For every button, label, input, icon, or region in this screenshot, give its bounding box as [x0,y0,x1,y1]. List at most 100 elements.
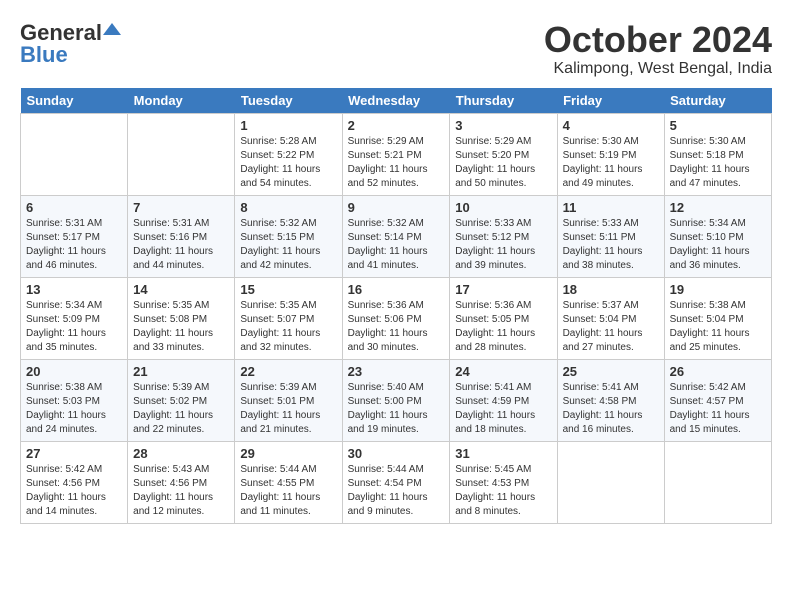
cell-date: 19 [670,282,766,297]
cell-date: 20 [26,364,122,379]
calendar-cell: 24 Sunrise: 5:41 AMSunset: 4:59 PMDayligh… [450,359,557,441]
calendar-cell: 25 Sunrise: 5:41 AMSunset: 4:58 PMDayligh… [557,359,664,441]
cell-date: 4 [563,118,659,133]
calendar-cell: 12Sunrise: 5:34 AMSunset: 5:10 PMDayligh… [664,195,771,277]
cell-info: Sunrise: 5:36 AMSunset: 5:05 PMDaylight:… [455,299,551,355]
calendar-cell: 10Sunrise: 5:33 AMSunset: 5:12 PMDayligh… [450,195,557,277]
cell-date: 7 [133,200,229,215]
calendar-cell: 16Sunrise: 5:36 AMSunset: 5:06 PMDayligh… [342,277,450,359]
week-row-1: 1 Sunrise: 5:28 AMSunset: 5:22 PMDaylight… [21,113,772,195]
cell-info: Sunrise: 5:32 AMSunset: 5:15 PMDaylight:… [240,217,336,273]
cell-info: Sunrise: 5:31 AMSunset: 5:16 PMDaylight:… [133,217,229,273]
cell-info: Sunrise: 5:29 AMSunset: 5:21 PMDaylight:… [348,135,445,191]
cell-info: Sunrise: 5:32 AMSunset: 5:14 PMDaylight:… [348,217,445,273]
cell-info: Sunrise: 5:39 AMSunset: 5:01 PMDaylight:… [240,381,336,437]
cell-info: Sunrise: 5:40 AMSunset: 5:00 PMDaylight:… [348,381,445,437]
calendar-cell [128,113,235,195]
calendar-cell: 30 Sunrise: 5:44 AMSunset: 4:54 PMDayligh… [342,441,450,523]
cell-date: 25 [563,364,659,379]
cell-date: 18 [563,282,659,297]
cell-date: 6 [26,200,122,215]
calendar-cell [21,113,128,195]
cell-info: Sunrise: 5:33 AMSunset: 5:12 PMDaylight:… [455,217,551,273]
calendar-cell: 15 Sunrise: 5:35 AMSunset: 5:07 PMDayligh… [235,277,342,359]
day-header-row: SundayMondayTuesdayWednesdayThursdayFrid… [21,88,772,114]
day-header-monday: Monday [128,88,235,114]
cell-info: Sunrise: 5:35 AMSunset: 5:07 PMDaylight:… [240,299,336,355]
cell-date: 29 [240,446,336,461]
day-header-tuesday: Tuesday [235,88,342,114]
cell-info: Sunrise: 5:39 AMSunset: 5:02 PMDaylight:… [133,381,229,437]
cell-info: Sunrise: 5:30 AMSunset: 5:18 PMDaylight:… [670,135,766,191]
day-header-friday: Friday [557,88,664,114]
calendar-cell: 31Sunrise: 5:45 AMSunset: 4:53 PMDayligh… [450,441,557,523]
cell-info: Sunrise: 5:41 AMSunset: 4:58 PMDaylight:… [563,381,659,437]
calendar-table: SundayMondayTuesdayWednesdayThursdayFrid… [20,88,772,524]
calendar-cell: 7 Sunrise: 5:31 AMSunset: 5:16 PMDaylight… [128,195,235,277]
cell-info: Sunrise: 5:38 AMSunset: 5:03 PMDaylight:… [26,381,122,437]
cell-info: Sunrise: 5:37 AMSunset: 5:04 PMDaylight:… [563,299,659,355]
cell-info: Sunrise: 5:36 AMSunset: 5:06 PMDaylight:… [348,299,445,355]
calendar-cell: 18 Sunrise: 5:37 AMSunset: 5:04 PMDayligh… [557,277,664,359]
cell-info: Sunrise: 5:35 AMSunset: 5:08 PMDaylight:… [133,299,229,355]
calendar-cell: 28 Sunrise: 5:43 AMSunset: 4:56 PMDayligh… [128,441,235,523]
calendar-cell: 9 Sunrise: 5:32 AMSunset: 5:14 PMDaylight… [342,195,450,277]
calendar-cell: 6 Sunrise: 5:31 AMSunset: 5:17 PMDaylight… [21,195,128,277]
calendar-cell: 2 Sunrise: 5:29 AMSunset: 5:21 PMDaylight… [342,113,450,195]
cell-date: 12 [670,200,766,215]
calendar-cell: 26 Sunrise: 5:42 AMSunset: 4:57 PMDayligh… [664,359,771,441]
cell-date: 15 [240,282,336,297]
cell-info: Sunrise: 5:44 AMSunset: 4:55 PMDaylight:… [240,463,336,519]
logo: General Blue [20,20,121,68]
cell-date: 21 [133,364,229,379]
cell-info: Sunrise: 5:42 AMSunset: 4:57 PMDaylight:… [670,381,766,437]
calendar-cell: 4 Sunrise: 5:30 AMSunset: 5:19 PMDaylight… [557,113,664,195]
month-title: October 2024 [544,20,772,60]
cell-date: 13 [26,282,122,297]
cell-info: Sunrise: 5:42 AMSunset: 4:56 PMDaylight:… [26,463,122,519]
title-area: October 2024 Kalimpong, West Bengal, Ind… [544,20,772,78]
week-row-3: 13 Sunrise: 5:34 AMSunset: 5:09 PMDayligh… [21,277,772,359]
cell-info: Sunrise: 5:28 AMSunset: 5:22 PMDaylight:… [240,135,336,191]
cell-date: 1 [240,118,336,133]
cell-info: Sunrise: 5:30 AMSunset: 5:19 PMDaylight:… [563,135,659,191]
cell-date: 27 [26,446,122,461]
cell-info: Sunrise: 5:33 AMSunset: 5:11 PMDaylight:… [563,217,659,273]
cell-date: 30 [348,446,445,461]
calendar-cell: 17Sunrise: 5:36 AMSunset: 5:05 PMDayligh… [450,277,557,359]
cell-date: 24 [455,364,551,379]
cell-info: Sunrise: 5:44 AMSunset: 4:54 PMDaylight:… [348,463,445,519]
calendar-cell [664,441,771,523]
calendar-cell: 21 Sunrise: 5:39 AMSunset: 5:02 PMDayligh… [128,359,235,441]
day-header-wednesday: Wednesday [342,88,450,114]
calendar-cell: 8 Sunrise: 5:32 AMSunset: 5:15 PMDaylight… [235,195,342,277]
calendar-cell: 13 Sunrise: 5:34 AMSunset: 5:09 PMDayligh… [21,277,128,359]
cell-date: 9 [348,200,445,215]
page-header: General Blue October 2024 Kalimpong, Wes… [20,20,772,78]
calendar-cell [557,441,664,523]
cell-info: Sunrise: 5:45 AMSunset: 4:53 PMDaylight:… [455,463,551,519]
cell-info: Sunrise: 5:41 AMSunset: 4:59 PMDaylight:… [455,381,551,437]
logo-blue-text: Blue [20,42,68,68]
cell-date: 26 [670,364,766,379]
cell-date: 14 [133,282,229,297]
calendar-cell: 5Sunrise: 5:30 AMSunset: 5:18 PMDaylight… [664,113,771,195]
cell-date: 22 [240,364,336,379]
cell-info: Sunrise: 5:43 AMSunset: 4:56 PMDaylight:… [133,463,229,519]
calendar-cell: 27 Sunrise: 5:42 AMSunset: 4:56 PMDayligh… [21,441,128,523]
cell-info: Sunrise: 5:34 AMSunset: 5:09 PMDaylight:… [26,299,122,355]
calendar-cell: 20 Sunrise: 5:38 AMSunset: 5:03 PMDayligh… [21,359,128,441]
location-title: Kalimpong, West Bengal, India [544,60,772,78]
cell-date: 28 [133,446,229,461]
calendar-cell: 23Sunrise: 5:40 AMSunset: 5:00 PMDayligh… [342,359,450,441]
week-row-5: 27 Sunrise: 5:42 AMSunset: 4:56 PMDayligh… [21,441,772,523]
logo-bird-icon [103,21,121,39]
calendar-cell: 1 Sunrise: 5:28 AMSunset: 5:22 PMDaylight… [235,113,342,195]
calendar-cell: 29 Sunrise: 5:44 AMSunset: 4:55 PMDayligh… [235,441,342,523]
cell-date: 8 [240,200,336,215]
day-header-saturday: Saturday [664,88,771,114]
cell-date: 2 [348,118,445,133]
week-row-2: 6 Sunrise: 5:31 AMSunset: 5:17 PMDaylight… [21,195,772,277]
cell-info: Sunrise: 5:38 AMSunset: 5:04 PMDaylight:… [670,299,766,355]
cell-info: Sunrise: 5:31 AMSunset: 5:17 PMDaylight:… [26,217,122,273]
